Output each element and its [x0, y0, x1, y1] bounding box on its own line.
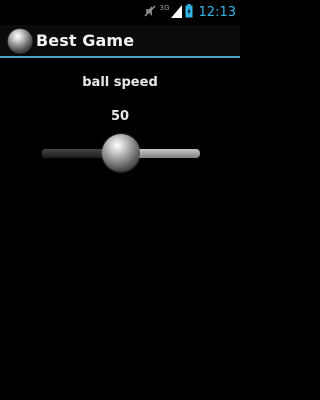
action-bar-divider [0, 56, 240, 58]
app-title: Best Game [36, 31, 135, 50]
signal-icon [170, 3, 182, 22]
mute-icon [143, 3, 157, 22]
slider-thumb[interactable] [102, 134, 140, 172]
action-bar: Best Game [0, 25, 240, 58]
clock: 12:13 [198, 5, 236, 20]
ball-speed-slider[interactable] [42, 132, 200, 174]
ball-speed-label: ball speed [82, 75, 158, 90]
status-icons: 3G 12:13 [143, 0, 240, 25]
status-bar: 3G 12:13 [0, 0, 240, 25]
battery-icon [185, 3, 193, 22]
ball-speed-value: 50 [110, 109, 130, 124]
ball-icon[interactable] [8, 29, 32, 53]
network-type-label: 3G [159, 3, 170, 12]
